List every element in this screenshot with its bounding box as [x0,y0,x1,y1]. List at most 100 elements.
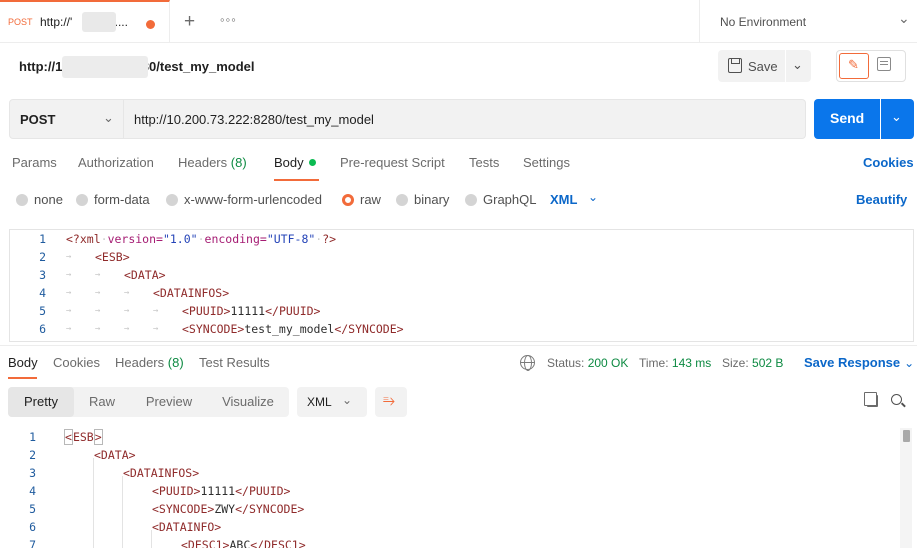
response-body-viewer[interactable]: 1 <ESB> 2 <DATA> 3 <DATAINFOS> 4 <PUUID>… [0,428,917,548]
response-tab-body[interactable]: Body [8,355,38,370]
view-raw-button[interactable]: Raw [74,387,130,417]
tab-marker-icon: → [95,270,101,280]
xml-token: </PUUID> [265,304,321,318]
code-line: 5 → → → → <PUUID>11111</PUUID> [10,304,913,322]
xml-token: 11111 [230,304,266,318]
line-number: 1 [29,430,36,444]
code-line: 4 <PUUID>11111</PUUID> [0,484,917,502]
scrollbar-thumb[interactable] [903,430,910,442]
tab-headers-label: Headers [178,155,228,170]
xml-token: </SYNCODE> [334,322,404,336]
chevron-down-icon: ⌄ [898,10,910,26]
tab-prerequest[interactable]: Pre-request Script [340,155,445,170]
globe-icon[interactable] [520,355,535,371]
tab-params[interactable]: Params [12,155,57,170]
edit-mode-button[interactable]: ✎ [839,53,869,79]
cookies-link[interactable]: Cookies [863,155,914,170]
copy-icon[interactable] [864,392,878,407]
tab-authorization[interactable]: Authorization [78,155,154,170]
chevron-down-icon: ⌄ [342,393,353,407]
mode-toggle: ✎ [836,50,906,82]
code-line: 6 <DATAINFO> [0,520,917,538]
response-tab-cookies[interactable]: Cookies [53,355,100,370]
beautify-link[interactable]: Beautify [856,192,907,207]
xml-token: </SYNCODE> [235,502,305,516]
save-options-button[interactable]: ⌄ [786,50,811,82]
request-tab[interactable]: POST http://' '3.... [0,0,170,43]
wrap-lines-button[interactable]: ⥱ [375,387,407,417]
url-input[interactable] [124,99,806,139]
send-options-button[interactable]: ⌄ [881,99,914,139]
plus-icon[interactable]: + [184,11,195,33]
view-pretty-button[interactable]: Pretty [8,387,74,417]
response-tab-test-results[interactable]: Test Results [199,355,270,370]
size-value: 502 B [752,356,784,370]
status-label: Status: [547,356,585,370]
radio-circle [16,194,28,206]
language-select[interactable]: XML ⌄ [550,190,598,207]
tab-tests[interactable]: Tests [469,155,499,170]
xml-token: <PUUID> [152,484,201,498]
code-line: 6 → → → → <SYNCODE>test_my_model</SYNCOD… [10,322,913,340]
radio-circle [465,194,477,206]
xml-token: ABC [229,538,251,548]
status-value: 200 OK [587,356,629,370]
chevron-down-icon: ⌄ [904,356,915,370]
chevron-down-icon: ⌄ [103,110,114,125]
response-time[interactable]: Time: 143 ms [639,356,711,370]
xml-token: <DESC1> [181,538,230,548]
save-label: Save [748,59,778,74]
radio-label: x-www-form-urlencoded [184,192,322,207]
radio-circle [166,194,178,206]
send-button[interactable]: Send [814,99,880,139]
tab-marker-icon: → [95,288,101,298]
response-tab-headers-count: (8) [167,355,184,370]
xml-token: < [64,429,73,445]
radio-label: binary [414,192,450,207]
chevron-down-icon: ⌄ [588,190,599,204]
xml-token: <SYNCODE> [182,322,245,336]
time-label: Time: [639,356,669,370]
environment-label: No Environment [720,15,807,29]
response-format-select[interactable]: XML ⌄ [297,387,367,417]
send-label: Send [830,110,865,126]
more-icon[interactable]: ◦◦◦ [220,12,237,27]
line-number: 5 [29,502,36,516]
save-button[interactable]: Save [718,50,785,82]
save-response-button[interactable]: Save Response ⌄ [804,355,914,370]
xml-token: ?> [322,232,337,246]
view-preview-button[interactable]: Preview [130,387,208,417]
xml-token: encoding= [204,232,267,246]
response-tab-headers[interactable]: Headers (8) [115,355,184,370]
code-line: 4 → → → <DATAINFOS> [10,286,913,304]
tab-body[interactable]: Body [274,155,316,170]
tab-headers[interactable]: Headers (8) [178,155,247,170]
scrollbar[interactable] [900,428,912,548]
request-body-editor[interactable]: 1 <?xml·version="1.0"·encoding="UTF-8"·?… [9,229,914,342]
code-line: 5 <SYNCODE>ZWY</SYNCODE> [0,502,917,520]
tab-settings[interactable]: Settings [523,155,570,170]
tab-marker-icon: → [66,324,72,334]
view-mode-group: Pretty Raw Preview Visualize [8,387,289,417]
line-number: 7 [29,538,36,548]
line-number: 3 [39,268,46,282]
radio-label: raw [360,192,381,207]
code-text: <PUUID>11111</PUUID> [182,304,320,318]
xml-token: </DESC1> [250,538,306,548]
search-icon[interactable] [891,394,902,405]
environment-select[interactable]: No Environment ⌄ [699,0,917,43]
language-value: XML [550,192,578,207]
code-text: <DATAINFO> [152,520,222,534]
body-indicator-icon [308,159,316,166]
code-text: <ESB> [95,250,130,264]
xml-token: > [93,429,103,445]
pane-divider[interactable] [0,345,917,346]
unsaved-dot-icon [146,20,155,29]
status[interactable]: Status: 200 OK [547,356,628,370]
document-icon[interactable] [877,57,891,71]
response-size[interactable]: Size: 502 B [722,356,783,370]
view-visualize-button[interactable]: Visualize [208,387,288,417]
code-line: 3 <DATAINFOS> [0,466,917,484]
method-select[interactable]: POST ⌄ [9,99,124,139]
active-tab-underline [274,179,319,181]
